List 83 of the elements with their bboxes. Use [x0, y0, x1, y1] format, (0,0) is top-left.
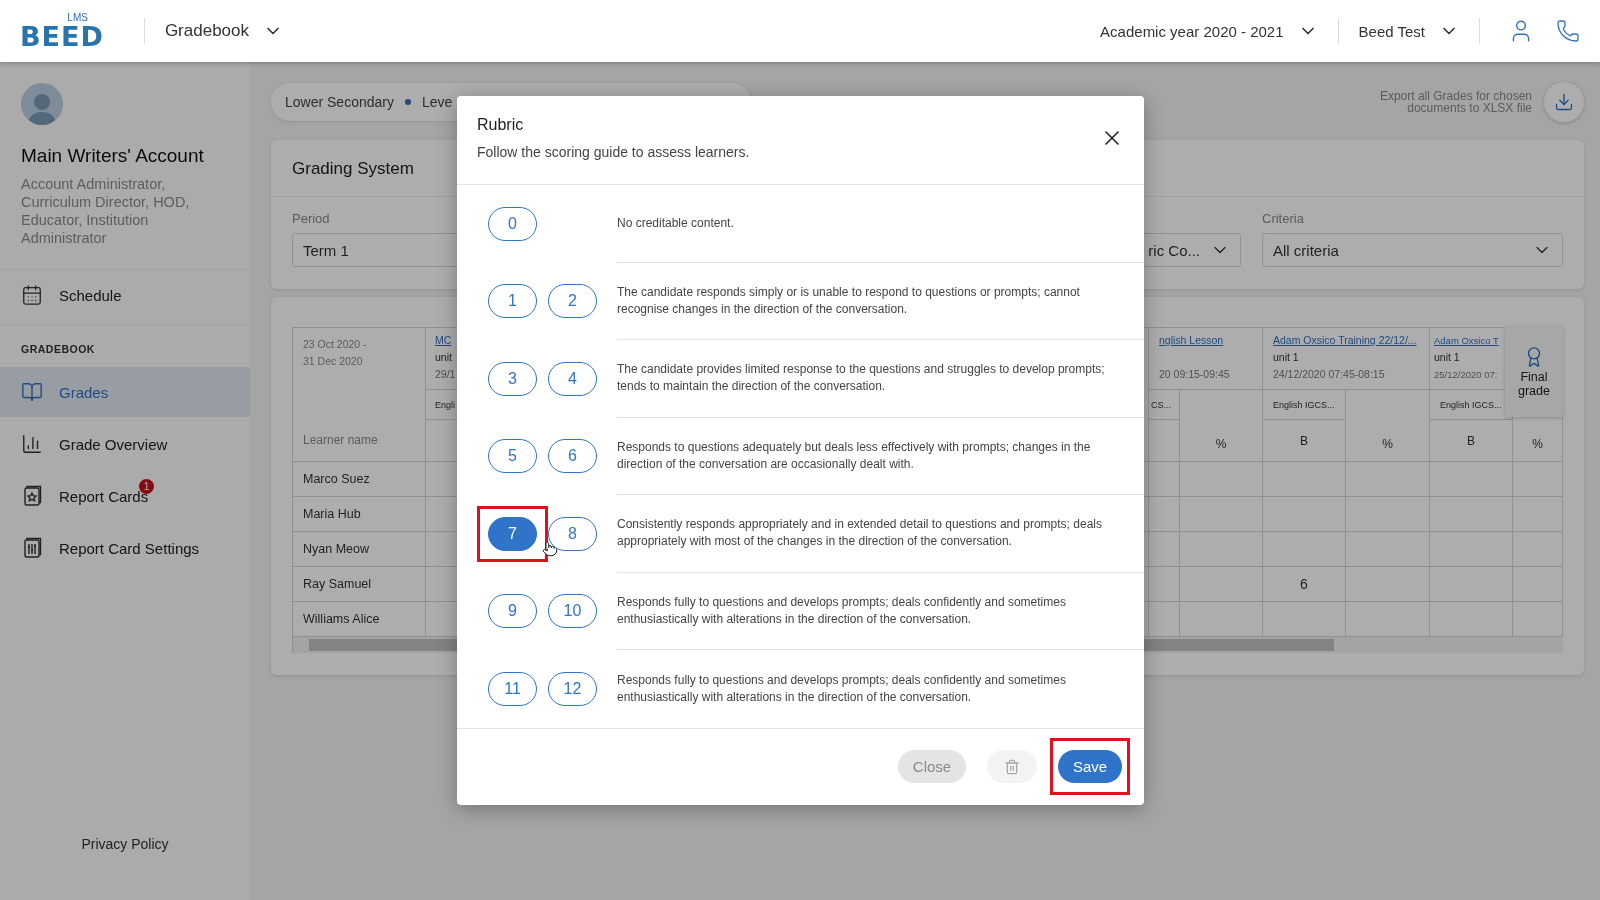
- logo-text: BEED: [20, 22, 104, 50]
- learner-name-cell: Maria Hub: [293, 497, 426, 532]
- column-heading: B: [1430, 420, 1513, 462]
- filter-label: Period: [292, 211, 330, 226]
- lesson-date: 20 09:15-09:45: [1159, 367, 1230, 382]
- column-heading: Learner name: [303, 432, 378, 449]
- trash-icon: [1004, 758, 1020, 775]
- app-menu[interactable]: Gradebook: [164, 21, 283, 41]
- download-icon: [1554, 92, 1574, 112]
- card-title: Grading System: [292, 159, 414, 179]
- dialog-title: Rubric: [477, 116, 525, 134]
- sidebar-item[interactable]: Report Card Settings: [0, 523, 250, 573]
- score-button[interactable]: 1: [488, 284, 537, 319]
- level-description: No creditable content.: [617, 214, 734, 232]
- score-button[interactable]: 10: [548, 594, 597, 629]
- lesson-link[interactable]: MC: [435, 332, 452, 349]
- learner-name-cell: Nyan Meow: [293, 532, 426, 567]
- dialog-subtitle: Follow the scoring guide to assess learners.: [477, 144, 750, 160]
- lesson-link[interactable]: Adam Oxsico T: [1434, 332, 1499, 349]
- column-heading: B: [1263, 420, 1346, 462]
- level-description: Responds fully to questions and develops prompts; deals confidently and sometimes enthusiastically with alterations in the direction of the conversation.: [617, 671, 1067, 706]
- unit-label: unit 1: [1434, 350, 1460, 365]
- unit-label: unit: [435, 350, 452, 365]
- score-button[interactable]: 0: [488, 206, 537, 241]
- section-title: GRADEBOOK: [21, 343, 96, 355]
- notification-badge: 1: [139, 479, 154, 494]
- lesson-date: 29/1: [435, 367, 456, 382]
- calendar-icon: [21, 284, 43, 306]
- learner-name-cell: Marco Suez: [293, 462, 426, 497]
- level-description: The candidate responds simply or is unable to respond to questions or prompts; cannot recognise changes in the direction of the conversation.: [617, 283, 1081, 318]
- lesson-link[interactable]: nglish Lesson: [1159, 332, 1224, 349]
- user-roles: Account Administrator, Curriculum Director, HOD, Educator, Institution Administrator: [21, 175, 191, 247]
- hand-pointer-icon: [542, 540, 558, 557]
- logo-label: LMS: [67, 12, 88, 23]
- unit-label: unit 1: [1273, 350, 1299, 365]
- score-button[interactable]: 6: [548, 439, 597, 474]
- score-button[interactable]: 9: [488, 594, 537, 629]
- score-button[interactable]: 8: [548, 516, 597, 551]
- export-button[interactable]: [1544, 82, 1584, 122]
- breadcrumb-item: Leve: [421, 94, 453, 110]
- privacy-link[interactable]: Privacy Policy: [81, 836, 169, 852]
- score-button[interactable]: 4: [548, 361, 597, 396]
- level-description: Responds fully to questions and develops prompts; deals confidently and sometimes enthusiastically with alterations in the direction of the conversation.: [617, 593, 1067, 628]
- breadcrumb-item: Lower Secondary: [285, 94, 394, 110]
- sidebar-item[interactable]: Grades: [0, 367, 250, 417]
- phone-icon: [1556, 19, 1580, 43]
- score-button[interactable]: 7: [488, 516, 537, 551]
- grade-cell: 6: [1263, 567, 1346, 602]
- save-button[interactable]: Save: [1058, 750, 1122, 783]
- person-silhouette-icon: [27, 91, 57, 125]
- score-button[interactable]: 12: [548, 671, 597, 706]
- phone-button[interactable]: [1556, 19, 1580, 43]
- score-button[interactable]: 3: [488, 361, 537, 396]
- sidebar-item[interactable]: Grade Overview: [0, 419, 250, 469]
- score-button[interactable]: 2: [548, 284, 597, 319]
- separator-dot: [404, 99, 411, 105]
- score-button[interactable]: 5: [488, 439, 537, 474]
- score-button[interactable]: 11: [488, 671, 537, 706]
- academic-year-dropdown[interactable]: Academic year 2020 - 2021: [1100, 21, 1318, 41]
- sliders-document-icon: [21, 537, 43, 559]
- date-range: 23 Oct 2020 -: [303, 337, 367, 352]
- criterion-cell: English IGCS...: [1263, 390, 1346, 420]
- column-heading: %: [1346, 390, 1430, 462]
- column-heading: %: [1180, 390, 1263, 462]
- lesson-date: 25/12/2020 07:: [1434, 368, 1498, 382]
- book-icon: [21, 381, 43, 403]
- learner-name-cell: Ray Samuel: [293, 567, 426, 602]
- star-document-icon: [21, 485, 43, 507]
- lesson-link[interactable]: Adam Oxsico Training 22/12/...: [1273, 332, 1417, 349]
- level-description: The candidate provides limited response to the questions and struggles to develop prompts; tends to maintain the direction of the conversation.: [617, 361, 1106, 396]
- sidebar-item[interactable]: Schedule: [0, 270, 250, 320]
- date-range: 31 Dec 2020: [303, 354, 363, 369]
- level-description: Responds to questions adequately but deals less effectively with prompts; changes in the direction of the conversation are occasionally dealt with.: [617, 438, 1092, 473]
- user-name: Main Writers' Account: [21, 145, 205, 167]
- criterion-cell: CS...: [1149, 390, 1180, 420]
- bar-chart-icon: [21, 433, 43, 455]
- filter-select[interactable]: All criteria: [1262, 233, 1563, 267]
- level-description: Consistently responds appropriately and in extended detail to questions and prompts; deals appropriately with most of the changes in the direction of the conversation.: [617, 516, 1103, 551]
- final-grade-button[interactable]: Final grade: [1505, 327, 1563, 417]
- lesson-date: 24/12/2020 07:45-08:15: [1273, 367, 1385, 382]
- export-hint: Export all Grades for chosen documents to XLSX file: [1378, 90, 1532, 114]
- filter-label: Criteria: [1262, 211, 1304, 226]
- school-dropdown[interactable]: Beed Test: [1358, 21, 1459, 41]
